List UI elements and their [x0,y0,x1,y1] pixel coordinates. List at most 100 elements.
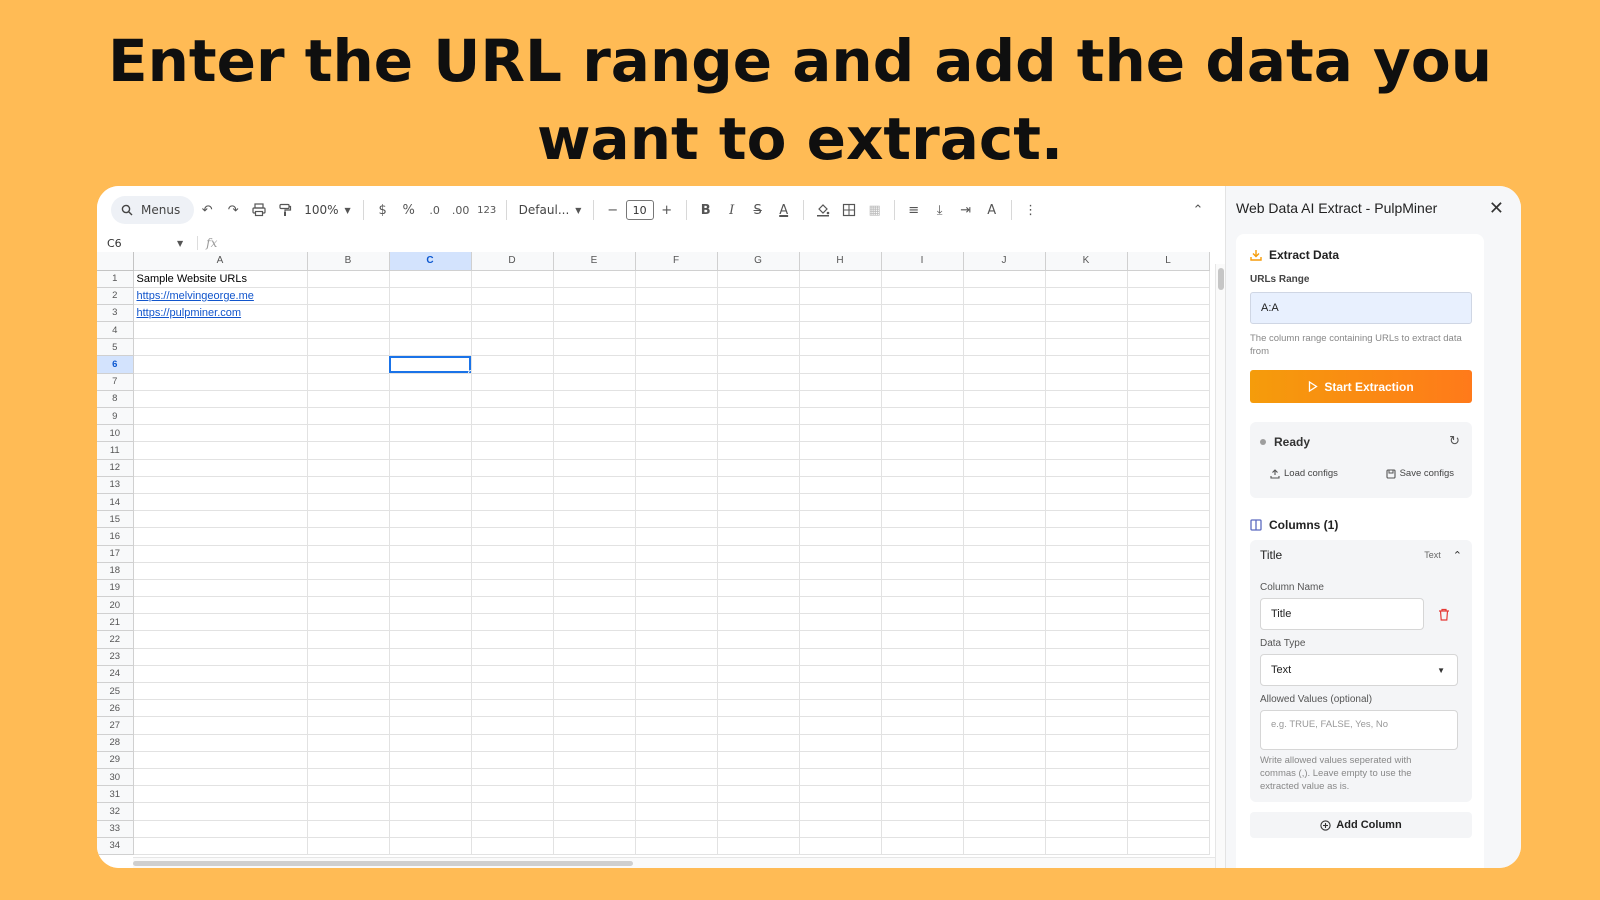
row-header[interactable]: 8 [97,390,134,409]
cell[interactable] [389,648,472,666]
more-options-icon[interactable]: ⋮ [1018,197,1044,223]
cell[interactable] [389,699,472,718]
cell[interactable] [799,493,882,512]
decrease-decimal-button[interactable]: .0 [422,197,448,223]
cell[interactable] [1127,716,1210,735]
cell[interactable] [1045,734,1128,752]
cell[interactable] [963,459,1046,477]
cell[interactable] [799,785,882,804]
cell[interactable] [307,716,390,735]
cell[interactable] [471,424,554,443]
cell[interactable] [133,321,308,340]
cell[interactable] [717,785,800,804]
cell[interactable] [553,837,636,855]
cell[interactable] [307,630,390,649]
cell[interactable] [1045,424,1128,443]
currency-format-button[interactable]: $ [370,197,396,223]
cell[interactable] [635,768,718,787]
more-formats-button[interactable]: 123 [474,197,500,223]
row-header[interactable]: 14 [97,493,134,512]
row-header[interactable]: 12 [97,459,134,477]
cell[interactable] [799,579,882,598]
cell[interactable] [881,630,964,649]
cell[interactable] [1127,493,1210,512]
cell[interactable] [963,820,1046,838]
cell[interactable] [1127,407,1210,426]
row-header[interactable]: 25 [97,682,134,701]
cell[interactable] [635,579,718,598]
row-header[interactable]: 9 [97,407,134,426]
cell[interactable] [553,630,636,649]
cell[interactable] [717,837,800,855]
cell[interactable] [133,802,308,821]
percent-format-button[interactable]: % [396,197,422,223]
cell[interactable] [389,459,472,477]
cell[interactable] [1127,648,1210,666]
cell[interactable] [471,373,554,391]
row-header[interactable]: 3 [97,304,134,323]
cell[interactable] [1127,441,1210,460]
cell[interactable] [471,768,554,787]
cell[interactable] [389,579,472,598]
font-select[interactable]: Defaul... ▼ [513,197,587,223]
cell[interactable] [881,390,964,409]
cell[interactable] [881,699,964,718]
cell[interactable] [471,716,554,735]
cell[interactable] [635,562,718,580]
cell[interactable] [389,820,472,838]
cell[interactable] [635,441,718,460]
bold-button[interactable]: B [693,197,719,223]
redo-icon[interactable]: ↷ [220,197,246,223]
cell[interactable] [307,390,390,409]
cell[interactable] [635,682,718,701]
cell[interactable] [881,338,964,357]
cell[interactable] [799,837,882,855]
cell[interactable] [553,768,636,787]
cell[interactable] [717,493,800,512]
cell[interactable] [635,613,718,632]
row-header[interactable]: 33 [97,820,134,838]
chevron-down-icon[interactable]: ▼ [177,239,183,248]
cell[interactable] [635,751,718,769]
cell[interactable] [635,304,718,323]
cell[interactable] [1045,390,1128,409]
strikethrough-button[interactable]: S [745,197,771,223]
cell[interactable] [799,321,882,340]
zoom-select[interactable]: 100% ▼ [298,197,356,223]
cell[interactable] [1045,682,1128,701]
cell[interactable] [635,355,718,374]
cell[interactable] [133,373,308,391]
cell[interactable] [471,751,554,769]
cell[interactable] [717,390,800,409]
row-header[interactable]: 31 [97,785,134,804]
cell[interactable] [717,270,800,288]
cell[interactable] [307,562,390,580]
cell[interactable] [307,768,390,787]
cell[interactable] [881,424,964,443]
cell[interactable] [307,270,390,288]
cell[interactable] [717,699,800,718]
cell[interactable] [1045,613,1128,632]
cell-link[interactable]: https://pulpminer.com [133,304,308,323]
cell[interactable] [717,338,800,357]
cell[interactable] [471,579,554,598]
cell[interactable] [133,751,308,769]
cell[interactable] [471,596,554,615]
cell[interactable] [133,682,308,701]
refresh-icon[interactable]: ↻ [1449,434,1460,449]
cell[interactable] [553,270,636,288]
cell[interactable] [471,820,554,838]
cell[interactable] [471,630,554,649]
cell[interactable] [1045,648,1128,666]
row-header[interactable]: 1 [97,270,134,288]
cell[interactable] [881,682,964,701]
cell[interactable] [963,527,1046,546]
cell[interactable] [1127,476,1210,494]
cell[interactable] [799,510,882,529]
cell[interactable] [471,665,554,684]
cell[interactable] [553,390,636,409]
cell[interactable] [553,579,636,598]
cell[interactable] [389,304,472,323]
cell[interactable] [553,441,636,460]
cell[interactable] [307,287,390,305]
